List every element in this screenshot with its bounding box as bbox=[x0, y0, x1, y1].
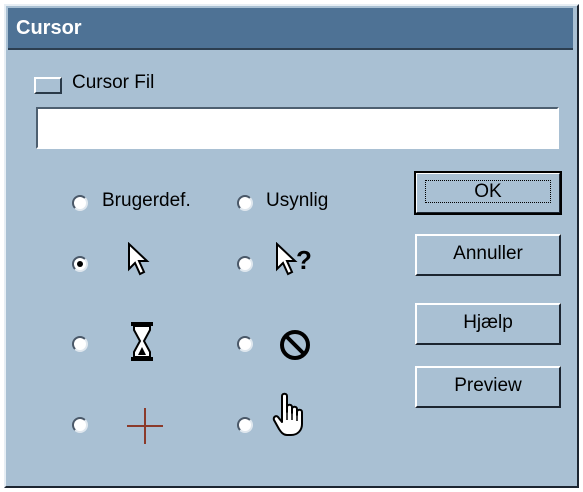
cursor-file-toggle-button[interactable] bbox=[34, 77, 62, 94]
title-bar: Cursor bbox=[8, 8, 573, 48]
cursor-file-input[interactable] bbox=[36, 107, 559, 149]
crosshair-cursor-icon bbox=[127, 408, 163, 444]
title-separator bbox=[8, 48, 573, 50]
cancel-button[interactable]: Annuller bbox=[415, 234, 561, 276]
radio-help-cursor[interactable] bbox=[237, 256, 253, 272]
help-cursor-icon: ? bbox=[276, 242, 312, 276]
preview-button[interactable]: Preview bbox=[415, 366, 561, 408]
radio-hourglass-cursor[interactable] bbox=[72, 336, 88, 352]
cursor-file-label: Cursor Fil bbox=[72, 72, 155, 93]
cursor-dialog: Cursor Cursor Fil Brugerdef. Usynlig ? O… bbox=[4, 4, 579, 488]
svg-text:?: ? bbox=[296, 245, 312, 275]
radio-arrow-cursor[interactable] bbox=[72, 256, 88, 272]
arrow-cursor-icon bbox=[128, 242, 150, 276]
ok-button[interactable]: OK bbox=[414, 171, 562, 215]
radio-hidden-label[interactable]: Usynlig bbox=[266, 190, 328, 212]
ok-button-label: OK bbox=[425, 180, 551, 203]
dialog-title: Cursor bbox=[16, 17, 82, 39]
help-button[interactable]: Hjælp bbox=[415, 303, 561, 345]
radio-custom-label[interactable]: Brugerdef. bbox=[102, 190, 191, 212]
radio-no-cursor[interactable] bbox=[237, 336, 253, 352]
radio-crosshair-cursor[interactable] bbox=[72, 417, 88, 433]
hourglass-cursor-icon bbox=[131, 322, 153, 361]
hand-cursor-icon bbox=[272, 392, 303, 436]
radio-hidden[interactable] bbox=[237, 195, 253, 211]
radio-custom[interactable] bbox=[72, 195, 88, 211]
no-cursor-icon bbox=[280, 330, 310, 360]
radio-hand-cursor[interactable] bbox=[237, 417, 253, 433]
